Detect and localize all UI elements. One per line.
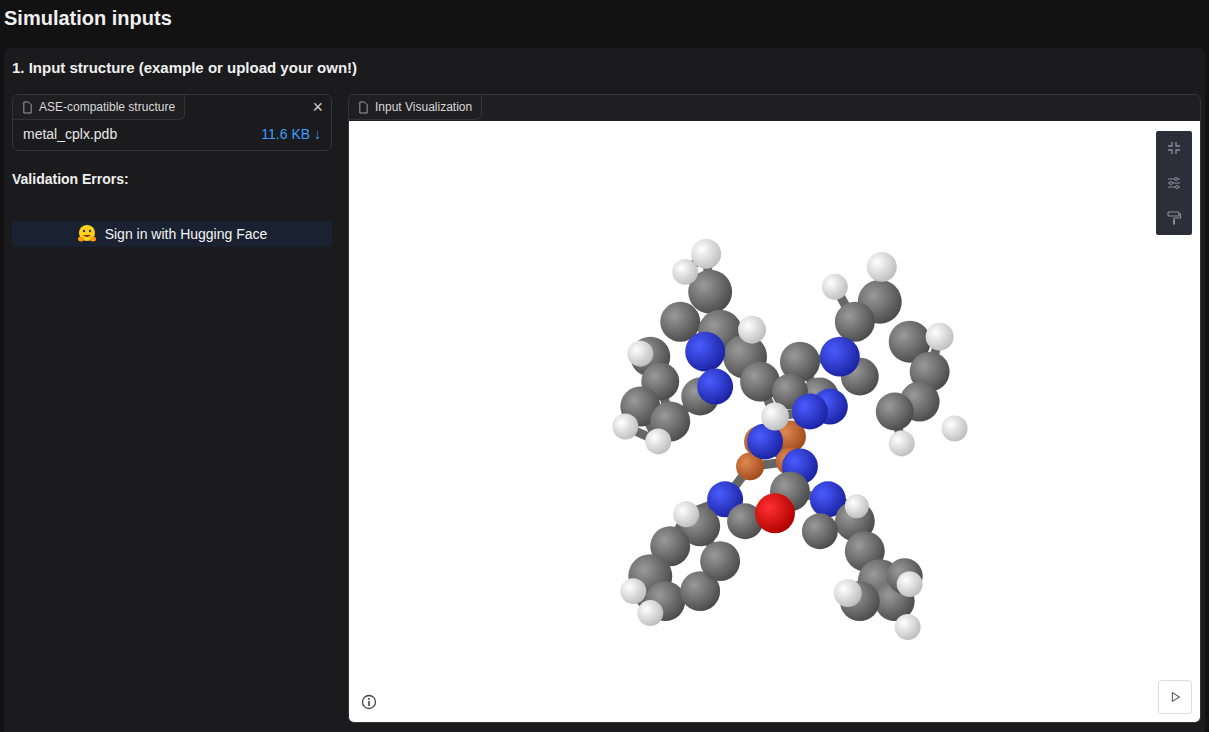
- hugging-face-icon: [77, 224, 97, 244]
- file-icon: [22, 101, 33, 114]
- style-button[interactable]: [1156, 201, 1192, 235]
- atom: [761, 403, 789, 431]
- play-button[interactable]: [1158, 680, 1192, 714]
- file-name: metal_cplx.pdb: [23, 126, 117, 142]
- atom: [822, 274, 848, 300]
- atom: [897, 571, 923, 597]
- atom: [612, 414, 638, 440]
- atom: [889, 430, 915, 456]
- file-icon: [358, 101, 369, 114]
- atom: [834, 579, 862, 607]
- atom: [792, 394, 828, 430]
- play-icon: [1168, 690, 1182, 704]
- file-download-link[interactable]: 11.6 KB ↓: [261, 126, 321, 142]
- atom: [620, 578, 646, 604]
- atom: [845, 494, 869, 518]
- fullscreen-button[interactable]: [1156, 131, 1192, 165]
- atom: [697, 369, 733, 405]
- file-input-label: ASE-compatible structure: [13, 95, 185, 120]
- atom: [802, 513, 838, 549]
- viewer: Input Visualization: [348, 94, 1201, 723]
- settings-button[interactable]: [1156, 166, 1192, 200]
- atom: [627, 341, 653, 367]
- atom: [835, 302, 875, 342]
- atom: [700, 541, 740, 581]
- signin-label: Sign in with Hugging Face: [105, 226, 268, 242]
- atom: [637, 600, 663, 626]
- page-title: Simulation inputs: [4, 6, 1205, 30]
- signin-button[interactable]: Sign in with Hugging Face: [12, 221, 332, 247]
- validation-errors-label: Validation Errors:: [12, 171, 332, 187]
- paint-roller-icon: [1166, 210, 1182, 226]
- minimize-icon: [1166, 140, 1182, 156]
- section-title: 1. Input structure (example or upload yo…: [12, 58, 1201, 78]
- viewer-header: Input Visualization: [349, 95, 1200, 121]
- molecule-render[interactable]: [349, 121, 1200, 722]
- left-column: ASE-compatible structure × metal_cplx.pd…: [12, 94, 332, 723]
- atom: [895, 614, 921, 640]
- atom: [876, 393, 914, 431]
- atom: [820, 337, 860, 377]
- atom: [867, 252, 897, 282]
- file-input-header: ASE-compatible structure ×: [13, 95, 331, 120]
- atom: [685, 332, 725, 372]
- file-row: metal_cplx.pdb 11.6 KB ↓: [13, 120, 331, 150]
- sliders-icon: [1166, 175, 1182, 191]
- atom: [673, 501, 699, 527]
- atom: [942, 416, 968, 442]
- input-panel: 1. Input structure (example or upload yo…: [4, 48, 1205, 732]
- info-icon: [361, 694, 377, 710]
- clear-file-button[interactable]: ×: [304, 95, 331, 119]
- page: Simulation inputs 1. Input structure (ex…: [0, 0, 1209, 732]
- atom: [672, 259, 698, 285]
- atom: [645, 428, 671, 454]
- content: ASE-compatible structure × metal_cplx.pd…: [12, 94, 1201, 723]
- viewer-label: Input Visualization: [349, 95, 482, 120]
- atom: [926, 323, 954, 351]
- atom: [755, 493, 795, 533]
- file-input[interactable]: ASE-compatible structure × metal_cplx.pd…: [12, 94, 332, 151]
- viewer-toolbar: [1156, 131, 1192, 235]
- atom: [738, 316, 766, 344]
- info-button[interactable]: [361, 694, 377, 710]
- molecule-canvas[interactable]: [349, 121, 1200, 722]
